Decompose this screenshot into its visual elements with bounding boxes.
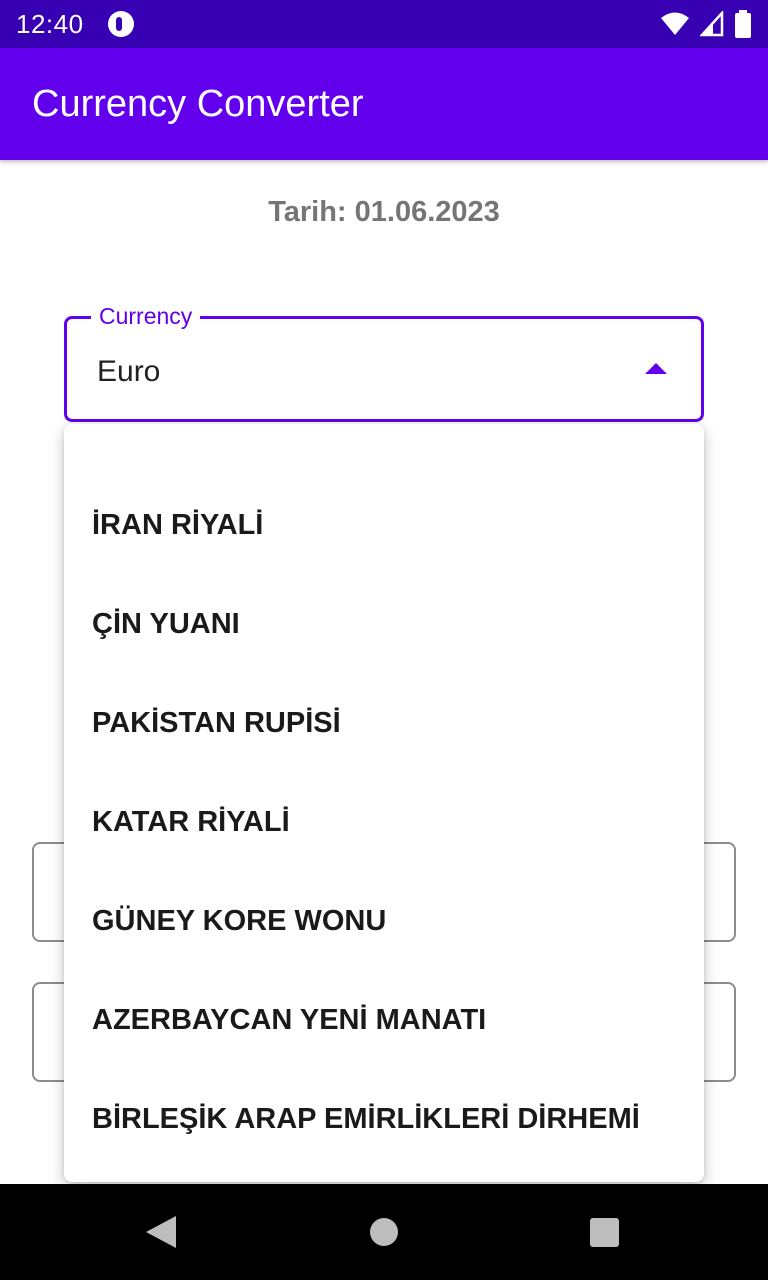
menu-item[interactable]: ÇİN YUANI [64, 575, 704, 674]
app-toolbar: Currency Converter [0, 48, 768, 160]
wifi-icon [661, 12, 689, 35]
back-icon[interactable] [146, 1216, 176, 1248]
currency-dropdown[interactable]: Currency Euro [64, 303, 704, 422]
status-bar: 12:40 [0, 0, 768, 48]
menu-item[interactable]: AZERBAYCAN YENİ MANATI [64, 971, 704, 1070]
status-icons [660, 10, 752, 38]
menu-item[interactable]: BİRLEŞİK ARAP EMİRLİKLERİ DİRHEMİ [64, 1070, 704, 1169]
home-icon[interactable] [370, 1218, 398, 1246]
menu-item[interactable]: KATAR RİYALİ [64, 773, 704, 872]
menu-item[interactable]: GÜNEY KORE WONU [64, 872, 704, 971]
chevron-up-icon[interactable] [645, 363, 667, 374]
navigation-bar [0, 1184, 768, 1280]
date-label: Tarih: 01.06.2023 [268, 196, 500, 228]
menu-item[interactable]: İRAN RİYALİ [64, 476, 704, 575]
status-time: 12:40 [16, 8, 84, 39]
currency-selected-value: Euro [97, 355, 161, 388]
recents-icon[interactable] [590, 1218, 619, 1247]
app-title: Currency Converter [32, 82, 364, 125]
battery-icon [735, 10, 751, 38]
signal-icon [700, 11, 724, 37]
menu-item[interactable]: PAKİSTAN RUPİSİ [64, 674, 704, 773]
currency-field-label: Currency [91, 303, 201, 330]
app-notification-icon [107, 11, 134, 37]
currency-dropdown-menu[interactable]: İRAN RİYALİ ÇİN YUANI PAKİSTAN RUPİSİ KA… [64, 424, 704, 1182]
